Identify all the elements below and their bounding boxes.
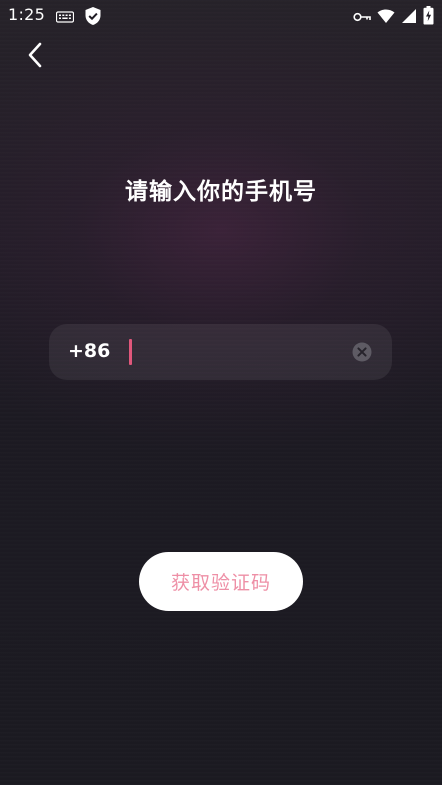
page-title: 请输入你的手机号 — [125, 179, 317, 205]
keyboard-icon — [55, 9, 75, 28]
back-button[interactable] — [18, 38, 52, 76]
phone-input[interactable] — [135, 334, 349, 372]
wifi-icon — [377, 8, 395, 28]
chevron-left-icon — [27, 42, 43, 72]
battery-charging-icon — [423, 6, 434, 29]
phone-field[interactable]: +86 — [49, 324, 392, 380]
text-cursor — [129, 339, 132, 365]
get-code-button[interactable]: 获取验证码 — [139, 552, 303, 611]
shield-check-icon — [84, 6, 102, 30]
clear-button[interactable] — [352, 342, 372, 362]
background — [0, 0, 442, 785]
cell-signal-icon — [401, 8, 417, 28]
clear-circle-icon — [352, 342, 372, 366]
status-bar: 1:25 — [0, 0, 442, 30]
vpn-key-icon — [353, 8, 371, 27]
status-time: 1:25 — [8, 5, 46, 24]
country-code[interactable]: +86 — [68, 340, 110, 362]
